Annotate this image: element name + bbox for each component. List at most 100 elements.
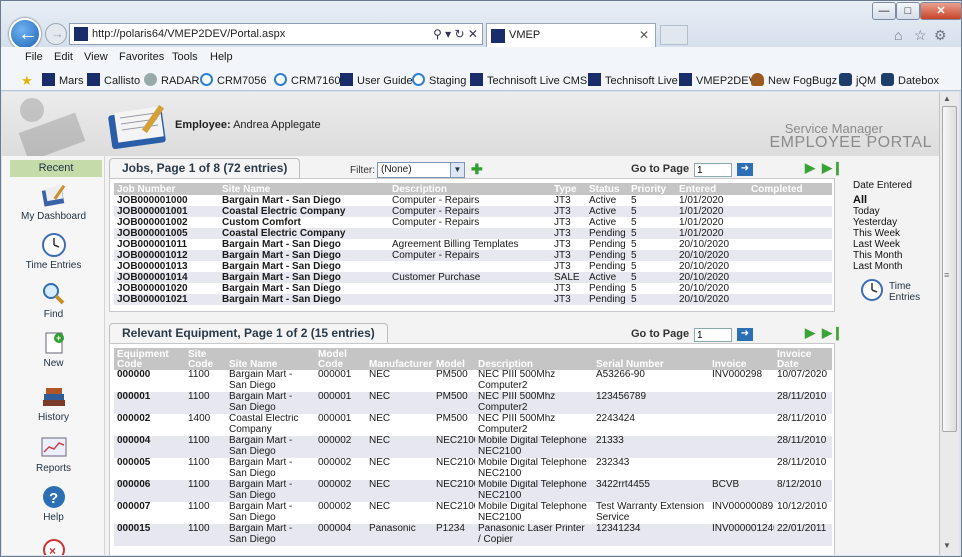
jobs-col-header[interactable]: Status — [586, 183, 628, 195]
time-entries-clock-icon[interactable] — [860, 278, 884, 302]
add-filter-plus-icon[interactable]: ✚ — [471, 161, 483, 178]
scroll-up-arrow-icon[interactable]: ▲ — [943, 94, 951, 103]
jobs-col-header[interactable]: Description — [389, 183, 551, 195]
fav-technisoft-live-cms[interactable]: Technisoft Live CMS — [470, 73, 587, 87]
table-row[interactable]: 000001 1100 Bargain Mart - San Diego 000001… — [114, 392, 832, 414]
equipment-col-header[interactable]: Invoice — [709, 348, 774, 370]
fav-jqm[interactable]: jQM — [839, 73, 876, 87]
close-tab-icon[interactable]: ✕ — [639, 28, 649, 42]
address-bar[interactable]: http://polaris64/VMEP2DEV/Portal.aspx ⚲ … — [69, 23, 483, 45]
fav-callisto[interactable]: Callisto — [87, 73, 140, 87]
jobs-col-header[interactable]: Job Number — [114, 183, 219, 195]
table-row[interactable]: JOB000001020 Bargain Mart - San Diego JT3 P… — [114, 283, 832, 294]
equipment-col-header[interactable]: Site Name — [226, 348, 315, 370]
address-controls-icon[interactable]: ⚲ ▾ ↻ ✕ — [433, 27, 478, 41]
filter-select[interactable]: (None) ▼ — [377, 162, 465, 178]
menu-view[interactable]: View — [84, 51, 108, 63]
table-row[interactable]: JOB000001013 Bargain Mart - San Diego JT3 P… — [114, 261, 832, 272]
nav-help[interactable]: ? Help — [2, 484, 105, 523]
table-row[interactable]: JOB000001021 Bargain Mart - San Diego JT3 P… — [114, 294, 832, 305]
fav-radar[interactable]: RADAR — [144, 73, 200, 87]
equipment-goto-page-input[interactable] — [694, 328, 732, 342]
jobs-col-header[interactable]: Completed — [748, 183, 832, 195]
equipment-col-header[interactable]: Site Code — [185, 348, 226, 370]
date-option-this-week[interactable]: This Week — [853, 228, 939, 239]
equipment-col-header[interactable]: Model — [433, 348, 475, 370]
forward-button[interactable]: → — [45, 23, 67, 45]
nav-new[interactable]: + New — [2, 330, 105, 369]
date-option-today[interactable]: Today — [853, 206, 939, 217]
menu-help[interactable]: Help — [210, 51, 233, 63]
favorites-star-icon[interactable]: ☆ — [914, 27, 927, 44]
settings-gear-icon[interactable]: ⚙ — [934, 27, 947, 44]
equipment-col-header[interactable]: Equipment Code — [114, 348, 185, 370]
menu-file[interactable]: File — [25, 51, 43, 63]
home-icon[interactable]: ⌂ — [894, 27, 902, 43]
fav-vmep2dev[interactable]: VMEP2DEV — [679, 73, 756, 87]
fav-datebox[interactable]: Datebox — [881, 73, 939, 87]
table-row[interactable]: 000004 1100 Bargain Mart - San Diego 000002… — [114, 436, 832, 458]
back-button[interactable]: ← — [9, 18, 41, 50]
favorites-star-icon[interactable]: ★ — [21, 73, 39, 88]
table-row[interactable]: JOB000001014 Bargain Mart - San Diego Cust… — [114, 272, 832, 283]
fav-user-guide[interactable]: User Guide — [340, 73, 413, 87]
date-option-last-week[interactable]: Last Week — [853, 239, 939, 250]
nav-time-entries[interactable]: Time Entries — [2, 232, 105, 271]
equipment-col-header[interactable]: Model Code — [315, 348, 366, 370]
nav-find[interactable]: Find — [2, 281, 105, 320]
date-option-last-month[interactable]: Last Month — [853, 261, 939, 272]
time-entries-link[interactable]: Time Entries — [889, 281, 920, 303]
maximize-button[interactable]: □ — [896, 2, 920, 20]
vertical-scrollbar[interactable]: ▲ ≡ ▼ — [939, 92, 959, 555]
equipment-next-page-icon[interactable]: ▶ — [805, 325, 815, 341]
table-row[interactable]: 000000 1100 Bargain Mart - San Diego 000001… — [114, 370, 832, 392]
equipment-col-header[interactable]: Description — [475, 348, 593, 370]
recent-tab[interactable]: Recent — [10, 160, 102, 177]
jobs-col-header[interactable]: Priority — [628, 183, 676, 195]
minimize-button[interactable]: — — [872, 2, 896, 20]
equipment-go-button[interactable]: ➜ — [737, 328, 753, 341]
table-row[interactable]: JOB000001000 Bargain Mart - San Diego Comp… — [114, 195, 832, 206]
table-row[interactable]: 000015 1100 Bargain Mart - San Diego 000004… — [114, 524, 832, 546]
fav-staging[interactable]: Staging — [412, 73, 466, 87]
table-row[interactable]: 000002 1400 Coastal Electric Company 000001… — [114, 414, 832, 436]
jobs-last-page-icon[interactable]: ▶❙ — [822, 160, 843, 176]
table-row[interactable]: JOB000001005 Coastal Electric Company JT3 P… — [114, 228, 832, 239]
fav-mars[interactable]: Mars — [42, 73, 83, 87]
nav-history[interactable]: History — [2, 384, 105, 423]
jobs-go-button[interactable]: ➜ — [737, 163, 753, 176]
jobs-next-page-icon[interactable]: ▶ — [805, 160, 815, 176]
table-row[interactable]: 000005 1100 Bargain Mart - San Diego 000002… — [114, 458, 832, 480]
table-row[interactable]: 000007 1100 Bargain Mart - San Diego 000002… — [114, 502, 832, 524]
fav-crm7160[interactable]: CRM7160 — [274, 73, 341, 87]
menu-edit[interactable]: Edit — [54, 51, 73, 63]
fav-new-fogbugz[interactable]: New FogBugz — [751, 73, 837, 87]
menu-tools[interactable]: Tools — [172, 51, 198, 63]
fav-crm7056[interactable]: CRM7056 — [200, 73, 267, 87]
menu-favorites[interactable]: Favorites — [119, 51, 164, 63]
fav-technisoft-live[interactable]: Technisoft Live — [588, 73, 678, 87]
nav-my-dashboard[interactable]: My Dashboard — [2, 183, 105, 222]
jobs-col-header[interactable]: Site Name — [219, 183, 389, 195]
table-row[interactable]: JOB000001011 Bargain Mart - San Diego Agre… — [114, 239, 832, 250]
scroll-down-arrow-icon[interactable]: ▼ — [943, 541, 951, 550]
equipment-col-header[interactable]: Manufacturer — [366, 348, 433, 370]
table-row[interactable]: JOB000001002 Custom Comfort Computer - Rep… — [114, 217, 832, 228]
jobs-col-header[interactable]: Type — [551, 183, 586, 195]
jobs-goto-page-input[interactable] — [694, 163, 732, 177]
jobs-col-header[interactable]: Entered — [676, 183, 748, 195]
new-tab-button[interactable] — [660, 25, 688, 45]
table-row[interactable]: 000006 1100 Bargain Mart - San Diego 000002… — [114, 480, 832, 502]
nav-close[interactable]: × — [2, 536, 105, 555]
browser-tab-vmep[interactable]: VMEP ✕ — [486, 23, 656, 47]
equipment-col-header[interactable]: Invoice Date — [774, 348, 832, 370]
scrollbar-thumb[interactable] — [942, 106, 957, 432]
date-option-this-month[interactable]: This Month — [853, 250, 939, 261]
table-row[interactable]: JOB000001012 Bargain Mart - San Diego Comp… — [114, 250, 832, 261]
date-option-yesterday[interactable]: Yesterday — [853, 217, 939, 228]
close-window-button[interactable]: ✕ — [920, 2, 962, 20]
nav-reports[interactable]: Reports — [2, 435, 105, 474]
table-row[interactable]: JOB000001001 Coastal Electric Company Comp… — [114, 206, 832, 217]
equipment-last-page-icon[interactable]: ▶❙ — [822, 325, 843, 341]
date-option-all[interactable]: All — [853, 195, 939, 206]
